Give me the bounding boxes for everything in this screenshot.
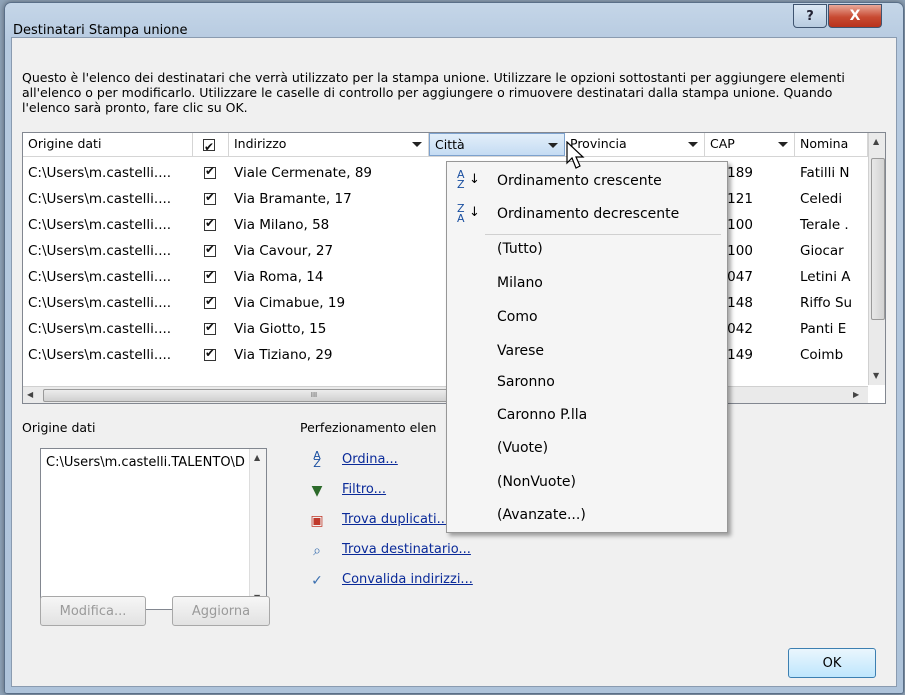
help-button[interactable]: ?: [793, 4, 827, 28]
validate-addresses-link[interactable]: Convalida indirizzi...: [342, 572, 473, 587]
column-header-city[interactable]: Città: [429, 133, 565, 156]
close-button[interactable]: X: [828, 4, 882, 28]
down-arrow-icon: ↓: [469, 205, 480, 220]
city-filter-dropdown: AZ ↓ Ordinamento crescente ZA ↓ Ordiname…: [446, 161, 728, 533]
scroll-right-icon[interactable]: ▶: [853, 390, 859, 399]
column-header-cap[interactable]: CAP: [705, 133, 795, 156]
cell-name: Riffo Su: [800, 295, 853, 311]
cell-source: C:\Users\m.castelli....: [28, 165, 172, 181]
sort-ascending-icon: AZ: [457, 168, 465, 191]
recipient-checkbox[interactable]: [204, 294, 216, 309]
cell-address: Via Cavour, 27: [234, 243, 334, 259]
column-header-name[interactable]: Nomina: [795, 133, 868, 156]
menu-sort-descending[interactable]: Ordinamento decrescente: [497, 206, 679, 222]
cell-source: C:\Users\m.castelli....: [28, 217, 172, 233]
edit-button[interactable]: Modifica...: [40, 596, 146, 626]
cell-name: Panti E: [800, 321, 847, 337]
menu-filter-varese[interactable]: Varese: [497, 343, 544, 359]
cell-source: C:\Users\m.castelli....: [28, 295, 172, 311]
cell-name: Terale .: [800, 217, 849, 233]
ok-button[interactable]: OK: [788, 648, 876, 678]
table-header: Origine dati Indirizzo Città Provincia C…: [23, 133, 885, 157]
validate-addresses-icon: ✓: [311, 573, 323, 589]
find-recipient-icon: ⌕: [313, 543, 321, 559]
down-arrow-icon: ↓: [469, 172, 480, 187]
chevron-down-icon[interactable]: [412, 142, 422, 147]
filter-icon: ▼: [311, 483, 323, 499]
menu-filter-empty[interactable]: (Vuote): [497, 440, 548, 456]
sort-icon: AZ: [313, 449, 321, 470]
cell-source: C:\Users\m.castelli....: [28, 321, 172, 337]
filter-link[interactable]: Filtro...: [342, 482, 386, 497]
cell-name: Celedi: [800, 191, 843, 207]
cell-source: C:\Users\m.castelli....: [28, 269, 172, 285]
cell-name: Giocar: [800, 243, 844, 259]
find-recipient-link[interactable]: Trova destinatario...: [342, 542, 471, 557]
cell-address: Via Milano, 58: [234, 217, 330, 233]
cell-address: Via Bramante, 17: [234, 191, 352, 207]
source-panel-label: Origine dati: [22, 420, 96, 435]
menu-filter-advanced[interactable]: (Avanzate...): [497, 507, 586, 523]
recipient-checkbox[interactable]: [204, 268, 216, 283]
column-header-address[interactable]: Indirizzo: [229, 133, 429, 156]
cell-address: Via Roma, 14: [234, 269, 324, 285]
recipient-checkbox[interactable]: [204, 164, 216, 179]
cell-source: C:\Users\m.castelli....: [28, 347, 172, 363]
recipient-checkbox[interactable]: [204, 320, 216, 335]
menu-filter-como[interactable]: Como: [497, 309, 538, 325]
menu-filter-milano[interactable]: Milano: [497, 275, 543, 291]
data-source-item[interactable]: C:\Users\m.castelli.TALENTO\D: [46, 455, 246, 470]
menu-filter-all[interactable]: (Tutto): [497, 241, 543, 257]
refresh-button[interactable]: Aggiorna: [172, 596, 270, 626]
scroll-left-icon[interactable]: ◀: [27, 390, 33, 399]
scroll-up-icon[interactable]: ▲: [254, 453, 260, 462]
select-all-checkbox[interactable]: [203, 136, 215, 156]
chevron-down-icon[interactable]: [688, 142, 698, 147]
cell-address: Via Tiziano, 29: [234, 347, 333, 363]
menu-filter-saronno[interactable]: Saronno: [497, 374, 555, 390]
vertical-scroll-thumb[interactable]: [871, 158, 885, 320]
menu-separator: [485, 234, 721, 235]
mouse-cursor-icon: [566, 141, 585, 169]
dialog-title: Destinatari Stampa unione: [13, 23, 188, 38]
cell-address: Viale Cermenate, 89: [234, 165, 372, 181]
recipient-checkbox[interactable]: [204, 242, 216, 257]
sort-descending-icon: ZA: [457, 202, 465, 225]
recipient-checkbox[interactable]: [204, 216, 216, 231]
menu-filter-caronno[interactable]: Caronno P.lla: [497, 407, 587, 423]
data-source-list[interactable]: C:\Users\m.castelli.TALENTO\D ▲ ▼: [40, 448, 267, 610]
cell-source: C:\Users\m.castelli....: [28, 243, 172, 259]
scroll-up-icon[interactable]: ▲: [873, 137, 879, 146]
recipient-checkbox[interactable]: [204, 346, 216, 361]
find-duplicates-link[interactable]: Trova duplicati...: [342, 512, 449, 527]
column-header-source[interactable]: Origine dati: [23, 133, 193, 156]
find-duplicates-icon: ▣: [310, 513, 324, 529]
cell-name: Coimb: [800, 347, 844, 363]
chevron-down-icon[interactable]: [778, 142, 788, 147]
cell-address: Via Giotto, 15: [234, 321, 327, 337]
column-header-check[interactable]: [193, 133, 229, 156]
cell-source: C:\Users\m.castelli....: [28, 191, 172, 207]
title-bar: Destinatari Stampa unione ? X: [5, 3, 903, 38]
recipient-checkbox[interactable]: [204, 190, 216, 205]
scroll-down-icon[interactable]: ▼: [873, 371, 879, 380]
menu-sort-ascending[interactable]: Ordinamento crescente: [497, 173, 662, 189]
chevron-down-icon[interactable]: [548, 143, 558, 148]
vertical-scrollbar[interactable]: ▲ ▼: [868, 133, 885, 385]
cell-name: Letini A: [800, 269, 851, 285]
cell-name: Fatilli N: [800, 165, 850, 181]
instructions-text: Questo è l'elenco dei destinatari che ve…: [22, 70, 845, 115]
menu-filter-nonempty[interactable]: (NonVuote): [497, 474, 576, 490]
refine-panel-label: Perfezionamento elen: [300, 420, 437, 435]
cell-address: Via Cimabue, 19: [234, 295, 346, 311]
source-list-scrollbar[interactable]: ▲ ▼: [249, 449, 266, 607]
sort-link[interactable]: Ordina...: [342, 452, 398, 467]
